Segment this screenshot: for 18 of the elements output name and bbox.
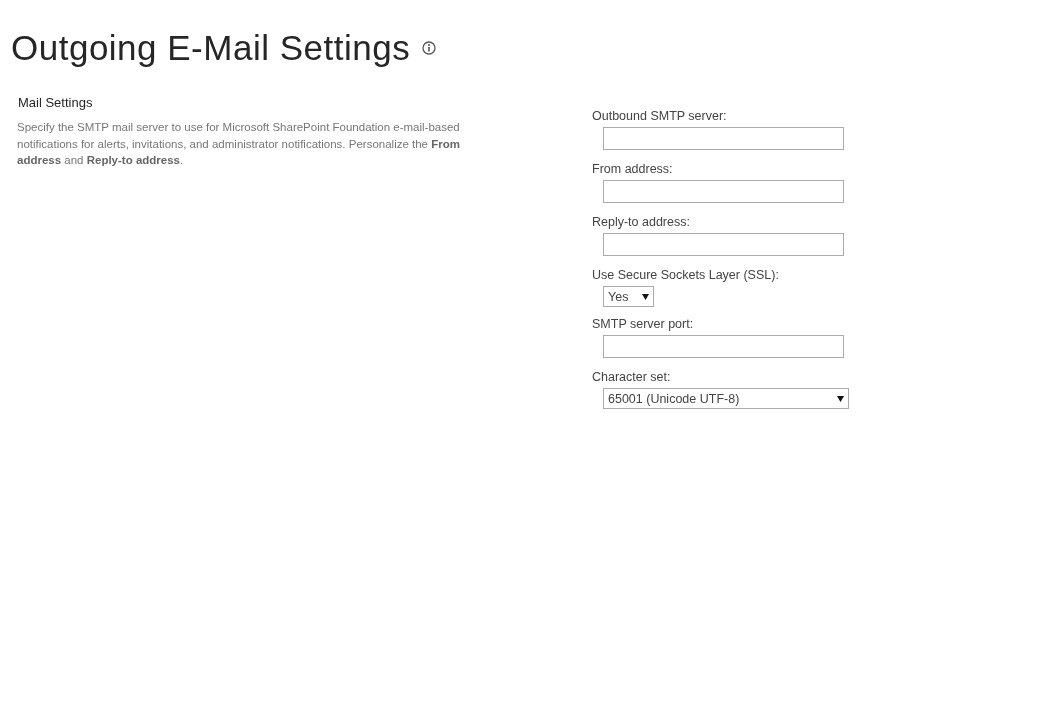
text-field[interactable] (603, 233, 844, 256)
caret-icon (642, 293, 649, 300)
field-label: Character set: (592, 370, 672, 384)
section-heading: Mail Settings (18, 95, 94, 110)
field-label: Reply-to address: (592, 215, 691, 229)
text-field[interactable] (603, 335, 844, 358)
text-field[interactable] (603, 127, 844, 150)
section-description: Specify the SMTP mail server to use for Microsoft SharePoint Foundation e-mail-based notifications for alerts, invitations, and administrator notifications. Personalize the From address and Reply-to address. (17, 120, 461, 168)
field-label: SMTP server port: (592, 317, 695, 331)
field-label: From address: (592, 162, 674, 176)
field-label: Outbound SMTP server: (592, 109, 728, 123)
text-field[interactable] (603, 180, 844, 203)
dropdown[interactable]: 65001 (Unicode UTF-8) (603, 388, 849, 409)
page-title: Outgoing E-Mail Settings (11, 28, 411, 68)
dropdown[interactable]: Yes (603, 286, 654, 307)
info-icon[interactable] (422, 41, 437, 55)
field-label: Use Secure Sockets Layer (SSL): (592, 268, 780, 282)
caret-icon (837, 395, 844, 402)
